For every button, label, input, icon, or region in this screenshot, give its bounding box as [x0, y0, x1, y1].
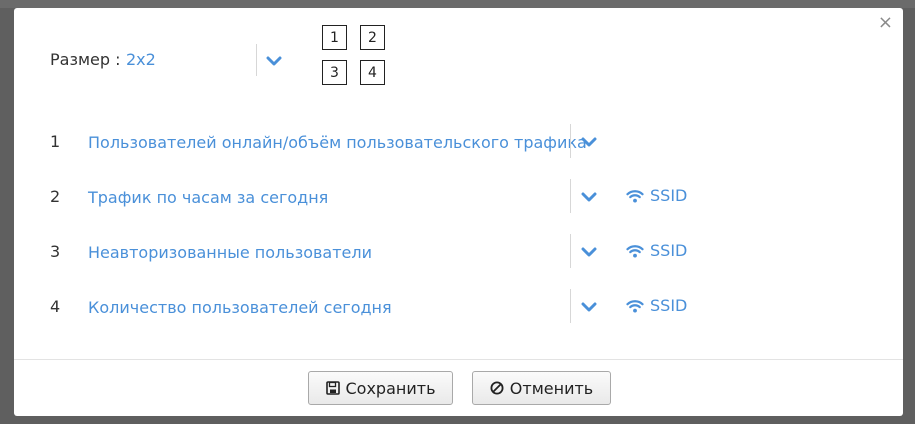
- grid-cell-1: 1: [322, 25, 347, 50]
- divider: [570, 234, 571, 268]
- grid-cell-4: 4: [360, 60, 385, 85]
- save-icon: [325, 381, 340, 395]
- row-number: 4: [50, 297, 61, 316]
- chevron-down-icon[interactable]: [581, 246, 597, 258]
- chevron-down-icon[interactable]: [266, 55, 282, 67]
- size-label: Размер :: [50, 50, 121, 69]
- ssid-label: SSID: [650, 241, 688, 260]
- ssid-label: SSID: [650, 186, 688, 205]
- widget-select-1[interactable]: Пользователей онлайн/объём пользовательс…: [88, 133, 587, 152]
- save-label: Сохранить: [345, 378, 436, 398]
- ssid-filter-3[interactable]: SSID: [626, 241, 687, 260]
- close-icon[interactable]: ×: [878, 14, 893, 32]
- backdrop: [0, 0, 915, 8]
- save-button[interactable]: Сохранить: [308, 371, 453, 405]
- divider: [256, 44, 257, 76]
- ssid-filter-4[interactable]: SSID: [626, 296, 687, 315]
- wifi-icon: [626, 299, 644, 312]
- footer-divider: [14, 359, 903, 360]
- widget-select-4[interactable]: Количество пользователей сегодня: [88, 298, 392, 317]
- chevron-down-icon[interactable]: [581, 301, 597, 313]
- divider: [570, 179, 571, 213]
- grid-cell-3: 3: [322, 60, 347, 85]
- widget-select-2[interactable]: Трафик по часам за сегодня: [88, 188, 328, 207]
- ssid-label: SSID: [650, 296, 688, 315]
- ssid-filter-2[interactable]: SSID: [626, 186, 687, 205]
- widget-select-3[interactable]: Неавторизованные пользователи: [88, 243, 372, 262]
- cancel-button[interactable]: Отменить: [472, 371, 611, 405]
- wifi-icon: [626, 189, 644, 202]
- chevron-down-icon[interactable]: [581, 191, 597, 203]
- divider: [570, 124, 571, 158]
- size-value[interactable]: 2x2: [126, 50, 156, 69]
- row-number: 2: [50, 187, 61, 206]
- grid-cell-2: 2: [360, 25, 385, 50]
- row-number: 3: [50, 242, 61, 261]
- wifi-icon: [626, 244, 644, 257]
- dashboard-layout-dialog: × Размер : 2x2 1 2 3 4 1 Пользователей о…: [14, 8, 903, 416]
- cancel-label: Отменить: [509, 378, 594, 398]
- chevron-down-icon[interactable]: [581, 136, 597, 148]
- divider: [570, 289, 571, 323]
- row-number: 1: [50, 132, 61, 151]
- ban-icon: [490, 381, 504, 395]
